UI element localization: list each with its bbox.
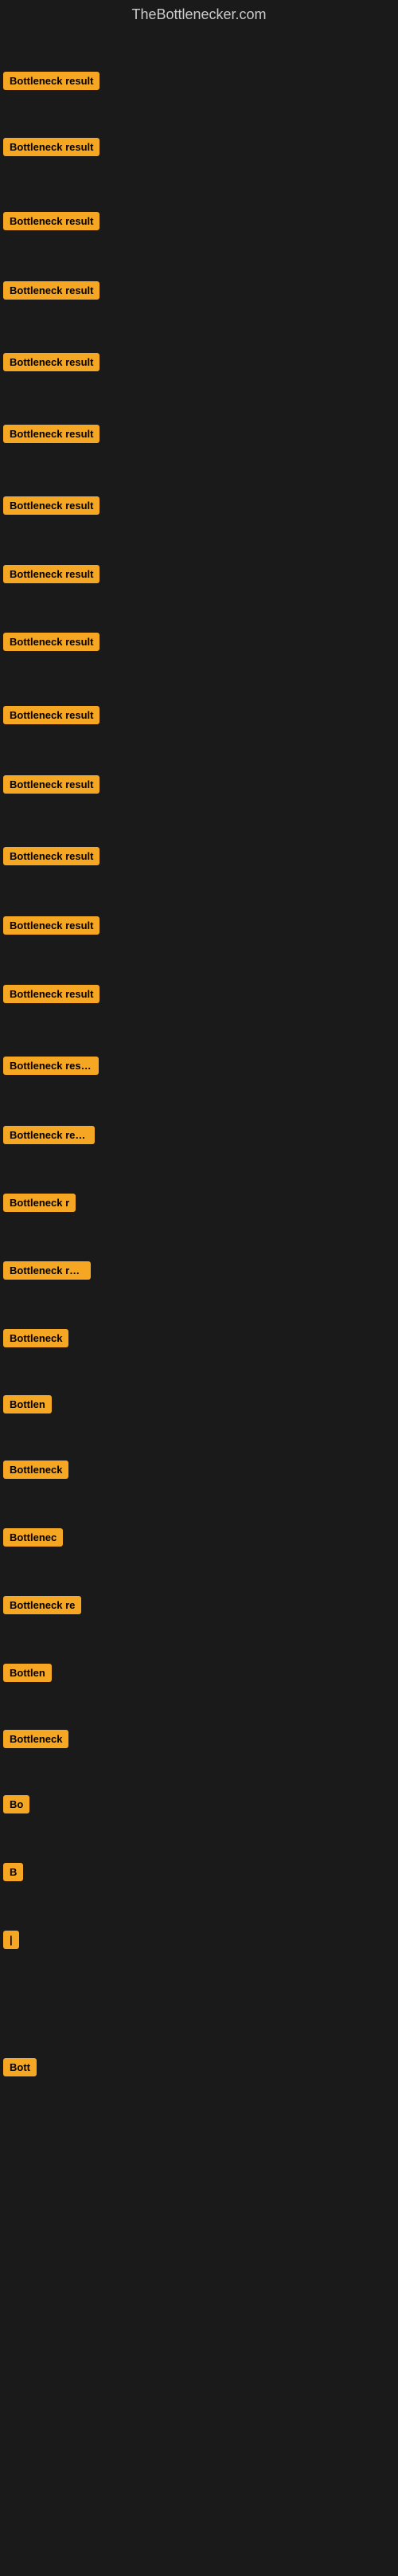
- result-row-2: Bottleneck result: [3, 138, 100, 160]
- bottleneck-badge-23[interactable]: Bottleneck re: [3, 1596, 81, 1614]
- result-row-15: Bottleneck result: [3, 1057, 99, 1079]
- bottleneck-badge-30[interactable]: Bott: [3, 2058, 37, 2076]
- result-row-13: Bottleneck result: [3, 916, 100, 939]
- bottleneck-badge-27[interactable]: B: [3, 1863, 23, 1881]
- bottleneck-badge-8[interactable]: Bottleneck result: [3, 565, 100, 583]
- bottleneck-badge-16[interactable]: Bottleneck result: [3, 1126, 95, 1144]
- result-row-30: Bott: [3, 2058, 37, 2080]
- bottleneck-badge-12[interactable]: Bottleneck result: [3, 847, 100, 865]
- result-row-4: Bottleneck result: [3, 281, 100, 304]
- bottleneck-badge-7[interactable]: Bottleneck result: [3, 496, 100, 515]
- bottleneck-badge-26[interactable]: Bo: [3, 1795, 29, 1813]
- bottleneck-badge-28[interactable]: |: [3, 1931, 19, 1949]
- bottleneck-badge-3[interactable]: Bottleneck result: [3, 212, 100, 230]
- bottleneck-badge-14[interactable]: Bottleneck result: [3, 985, 100, 1003]
- result-row-17: Bottleneck r: [3, 1194, 76, 1216]
- site-title: TheBottlenecker.com: [0, 0, 398, 26]
- bottleneck-badge-25[interactable]: Bottleneck: [3, 1730, 68, 1748]
- result-row-23: Bottleneck re: [3, 1596, 81, 1618]
- result-row-20: Bottlen: [3, 1395, 52, 1417]
- result-row-22: Bottlenec: [3, 1528, 63, 1551]
- result-row-16: Bottleneck result: [3, 1126, 95, 1148]
- bottleneck-badge-2[interactable]: Bottleneck result: [3, 138, 100, 156]
- bottleneck-badge-11[interactable]: Bottleneck result: [3, 775, 100, 794]
- site-header: TheBottlenecker.com: [0, 0, 398, 26]
- result-row-27: B: [3, 1863, 23, 1885]
- result-row-7: Bottleneck result: [3, 496, 100, 519]
- bottleneck-badge-15[interactable]: Bottleneck result: [3, 1057, 99, 1075]
- result-row-21: Bottleneck: [3, 1461, 68, 1483]
- result-row-1: Bottleneck result: [3, 72, 100, 94]
- result-row-26: Bo: [3, 1795, 29, 1817]
- result-row-14: Bottleneck result: [3, 985, 100, 1007]
- results-container: Bottleneck result Bottleneck result Bottle…: [0, 26, 398, 2576]
- result-row-6: Bottleneck result: [3, 425, 100, 447]
- result-row-9: Bottleneck result: [3, 633, 100, 655]
- bottleneck-badge-1[interactable]: Bottleneck result: [3, 72, 100, 90]
- result-row-18: Bottleneck resul: [3, 1261, 91, 1284]
- result-row-11: Bottleneck result: [3, 775, 100, 798]
- bottleneck-badge-9[interactable]: Bottleneck result: [3, 633, 100, 651]
- result-row-19: Bottleneck: [3, 1329, 68, 1351]
- bottleneck-badge-17[interactable]: Bottleneck r: [3, 1194, 76, 1212]
- bottleneck-badge-13[interactable]: Bottleneck result: [3, 916, 100, 935]
- result-row-3: Bottleneck result: [3, 212, 100, 234]
- result-row-28: |: [3, 1931, 19, 1953]
- result-row-25: Bottleneck: [3, 1730, 68, 1752]
- result-row-12: Bottleneck result: [3, 847, 100, 869]
- bottleneck-badge-20[interactable]: Bottlen: [3, 1395, 52, 1413]
- bottleneck-badge-18[interactable]: Bottleneck resul: [3, 1261, 91, 1280]
- bottleneck-badge-4[interactable]: Bottleneck result: [3, 281, 100, 300]
- bottleneck-badge-5[interactable]: Bottleneck result: [3, 353, 100, 371]
- bottleneck-badge-24[interactable]: Bottlen: [3, 1664, 52, 1682]
- bottleneck-badge-21[interactable]: Bottleneck: [3, 1461, 68, 1479]
- result-row-24: Bottlen: [3, 1664, 52, 1686]
- result-row-8: Bottleneck result: [3, 565, 100, 587]
- bottleneck-badge-10[interactable]: Bottleneck result: [3, 706, 100, 724]
- result-row-5: Bottleneck result: [3, 353, 100, 375]
- bottleneck-badge-6[interactable]: Bottleneck result: [3, 425, 100, 443]
- bottleneck-badge-22[interactable]: Bottlenec: [3, 1528, 63, 1547]
- bottleneck-badge-19[interactable]: Bottleneck: [3, 1329, 68, 1347]
- result-row-10: Bottleneck result: [3, 706, 100, 728]
